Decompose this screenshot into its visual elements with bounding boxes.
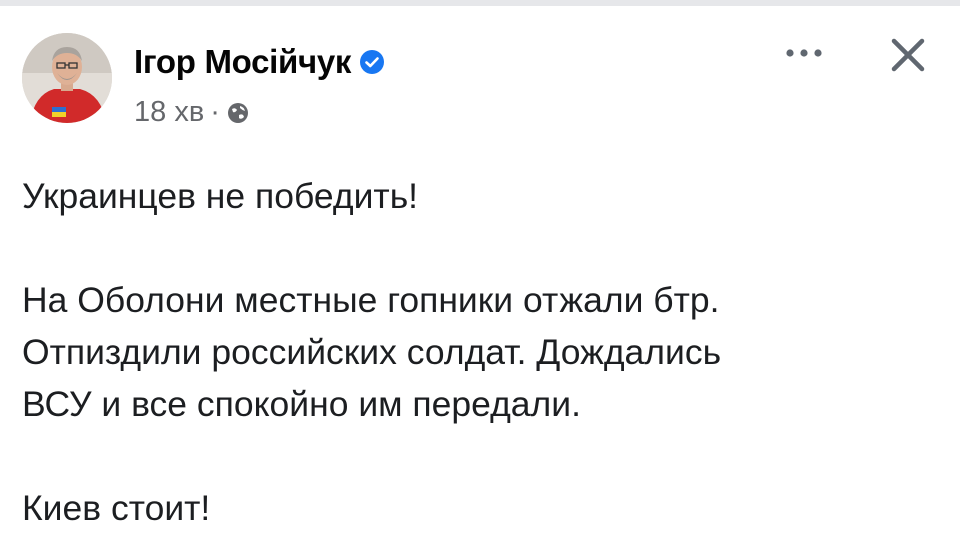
- post-line: Украинцев не победить!: [22, 176, 419, 216]
- post-line-blank: [22, 430, 942, 482]
- post-text: Украинцев не победить! На Оболони местны…: [22, 170, 942, 534]
- facebook-post: Ігор Мосійчук 18 хв · Украинцев не побед…: [0, 0, 960, 551]
- post-line: Отпиздили российских солдат. Дождались: [22, 332, 722, 372]
- top-divider: [0, 0, 960, 6]
- avatar[interactable]: [22, 33, 112, 123]
- post-timestamp[interactable]: 18 хв: [134, 96, 204, 129]
- verified-badge-icon: [359, 49, 385, 75]
- more-horizontal-icon: [786, 49, 822, 57]
- author-name[interactable]: Ігор Мосійчук: [134, 43, 351, 81]
- post-line-blank: [22, 222, 942, 274]
- close-icon: [891, 38, 925, 72]
- post-line: На Оболони местные гопники отжали бтр.: [22, 280, 720, 320]
- author-row: Ігор Мосійчук: [134, 40, 385, 84]
- post-line: Киев стоит!: [22, 488, 211, 528]
- globe-icon[interactable]: [226, 100, 250, 124]
- close-button[interactable]: [880, 30, 936, 80]
- post-meta: 18 хв ·: [134, 94, 250, 130]
- meta-separator: ·: [210, 95, 220, 128]
- avatar-image: [22, 33, 112, 123]
- more-options-button[interactable]: [774, 38, 834, 68]
- post-line: ВСУ и все спокойно им передали.: [22, 384, 581, 424]
